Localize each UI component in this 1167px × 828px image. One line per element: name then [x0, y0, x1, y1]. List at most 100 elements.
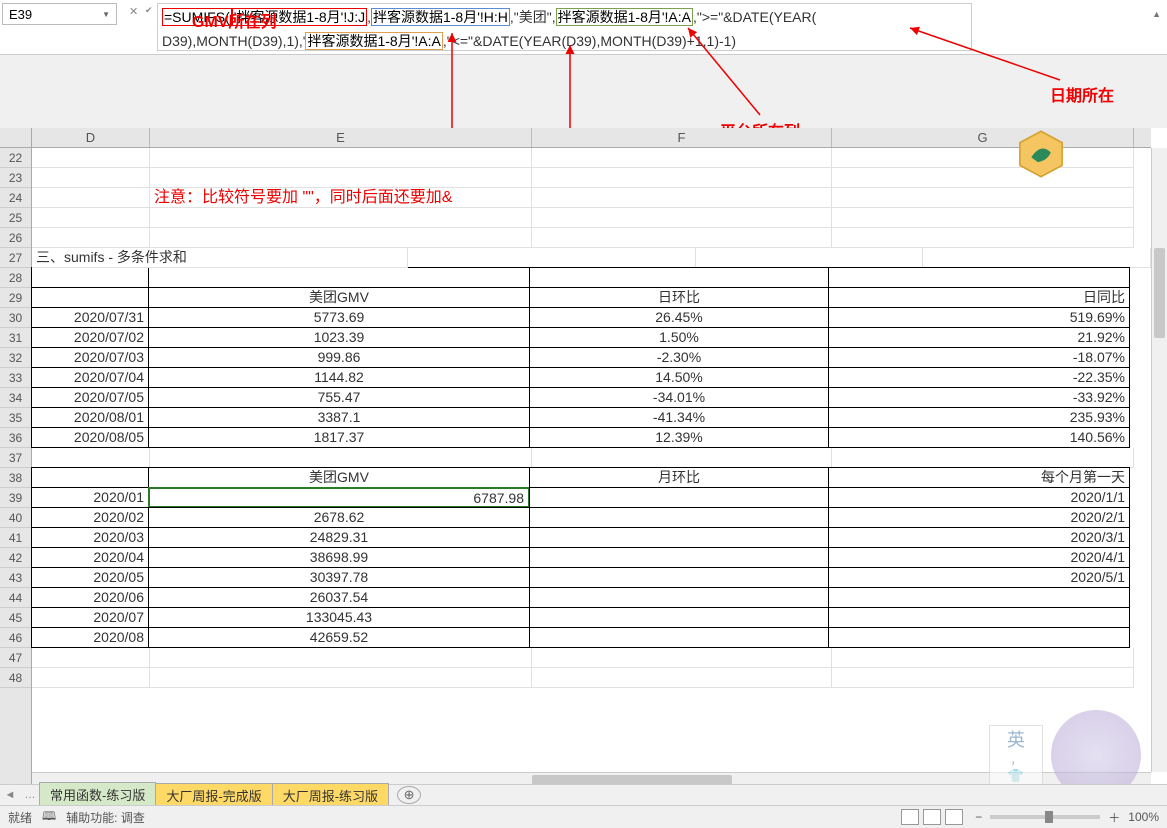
cell[interactable] [832, 188, 1134, 208]
cell[interactable] [150, 648, 532, 668]
cell[interactable]: 日同比 [828, 287, 1130, 308]
cell[interactable] [32, 668, 150, 688]
cell[interactable] [32, 148, 150, 168]
row-header[interactable]: 27 [0, 248, 31, 268]
cell[interactable]: 2020/2/1 [828, 507, 1130, 528]
cell[interactable]: 14.50% [529, 367, 829, 388]
cell[interactable]: 日环比 [529, 287, 829, 308]
row-header[interactable]: 33 [0, 368, 31, 388]
cell[interactable] [529, 507, 829, 528]
cell[interactable] [832, 648, 1134, 668]
cell[interactable]: 5773.69 [148, 307, 530, 328]
cell[interactable]: 38698.99 [148, 547, 530, 568]
cell[interactable] [408, 248, 696, 268]
cell[interactable]: 2020/1/1 [828, 487, 1130, 508]
cell[interactable] [532, 148, 832, 168]
cell[interactable]: 三、sumifs - 多条件求和 [32, 248, 408, 268]
cell[interactable]: 42659.52 [148, 627, 530, 648]
cell[interactable]: 2020/4/1 [828, 547, 1130, 568]
cell[interactable] [923, 248, 1151, 268]
chevron-down-icon[interactable]: ▼ [102, 10, 110, 19]
row-header[interactable]: 34 [0, 388, 31, 408]
cell[interactable]: 235.93% [828, 407, 1130, 428]
cell[interactable]: 12.39% [529, 427, 829, 448]
row-header[interactable]: 35 [0, 408, 31, 428]
cell[interactable] [150, 228, 532, 248]
cell[interactable]: 2020/5/1 [828, 567, 1130, 588]
cell[interactable] [828, 607, 1130, 628]
cell[interactable]: 2020/07/02 [31, 327, 149, 348]
scroll-thumb[interactable] [1154, 248, 1165, 338]
row-header[interactable]: 41 [0, 528, 31, 548]
row-header[interactable]: 48 [0, 668, 31, 688]
tab-prev-icon[interactable]: ◄ [0, 789, 20, 801]
cell[interactable] [832, 448, 1134, 468]
row-header[interactable]: 28 [0, 268, 31, 288]
cell[interactable] [532, 168, 832, 188]
cell[interactable] [150, 448, 532, 468]
cell[interactable] [31, 287, 149, 308]
cell[interactable] [32, 188, 150, 208]
name-box-input[interactable] [9, 7, 89, 22]
cell[interactable]: 3387.1 [148, 407, 530, 428]
cell[interactable]: 999.86 [148, 347, 530, 368]
cell[interactable]: 2020/07/03 [31, 347, 149, 368]
view-pagebreak-button[interactable] [945, 809, 963, 825]
row-header[interactable]: 32 [0, 348, 31, 368]
cell[interactable]: 755.47 [148, 387, 530, 408]
cell[interactable] [150, 148, 532, 168]
cell[interactable]: 2020/07/05 [31, 387, 149, 408]
cell[interactable] [532, 448, 832, 468]
vertical-scrollbar[interactable] [1151, 148, 1167, 772]
cell[interactable]: -33.92% [828, 387, 1130, 408]
cell[interactable] [32, 448, 150, 468]
zoom-level[interactable]: 100% [1128, 810, 1159, 824]
cell[interactable] [532, 668, 832, 688]
cell[interactable] [31, 467, 149, 488]
cell[interactable] [832, 148, 1134, 168]
row-header[interactable]: 47 [0, 648, 31, 668]
row-header[interactable]: 26 [0, 228, 31, 248]
sheet-tab-3[interactable]: 大厂周报-练习版 [272, 783, 389, 808]
cell[interactable]: 1144.82 [148, 367, 530, 388]
cell[interactable] [32, 208, 150, 228]
row-header[interactable]: 37 [0, 448, 31, 468]
zoom-thumb[interactable] [1045, 811, 1053, 823]
row-header[interactable]: 25 [0, 208, 31, 228]
cell[interactable]: 注意：比较符号要加 ""，同时后面还要加& [150, 188, 532, 208]
add-sheet-button[interactable]: ⊕ [397, 786, 421, 804]
cell[interactable]: 1817.37 [148, 427, 530, 448]
cell[interactable] [532, 188, 832, 208]
tab-more-icon[interactable]: … [20, 789, 40, 801]
cell[interactable]: -34.01% [529, 387, 829, 408]
name-box[interactable]: ▼ [2, 3, 117, 25]
view-normal-button[interactable] [901, 809, 919, 825]
cell[interactable] [832, 668, 1134, 688]
cell[interactable]: 2020/05 [31, 567, 149, 588]
cell[interactable] [828, 627, 1130, 648]
col-header-e[interactable]: E [150, 128, 532, 147]
cancel-icon[interactable]: ✕ [129, 5, 138, 18]
cell[interactable]: 2020/02 [31, 507, 149, 528]
cell[interactable] [832, 228, 1134, 248]
cell[interactable]: -22.35% [828, 367, 1130, 388]
cell[interactable] [150, 168, 532, 188]
cell[interactable] [32, 648, 150, 668]
cell[interactable]: -2.30% [529, 347, 829, 368]
cell[interactable]: 2020/04 [31, 547, 149, 568]
cell[interactable]: 2020/07/31 [31, 307, 149, 328]
row-header[interactable]: 30 [0, 308, 31, 328]
zoom-out-button[interactable]: − [975, 810, 982, 824]
row-header[interactable]: 39 [0, 488, 31, 508]
row-header[interactable]: 43 [0, 568, 31, 588]
cell[interactable]: 1023.39 [148, 327, 530, 348]
zoom-in-button[interactable]: ＋ [1108, 809, 1120, 826]
cell[interactable]: 6787.98 [148, 487, 530, 508]
cell[interactable]: 2020/08/05 [31, 427, 149, 448]
cell[interactable] [832, 168, 1134, 188]
cell[interactable] [828, 587, 1130, 608]
row-header[interactable]: 40 [0, 508, 31, 528]
row-header[interactable]: 45 [0, 608, 31, 628]
row-header[interactable]: 46 [0, 628, 31, 648]
cell[interactable]: 月环比 [529, 467, 829, 488]
